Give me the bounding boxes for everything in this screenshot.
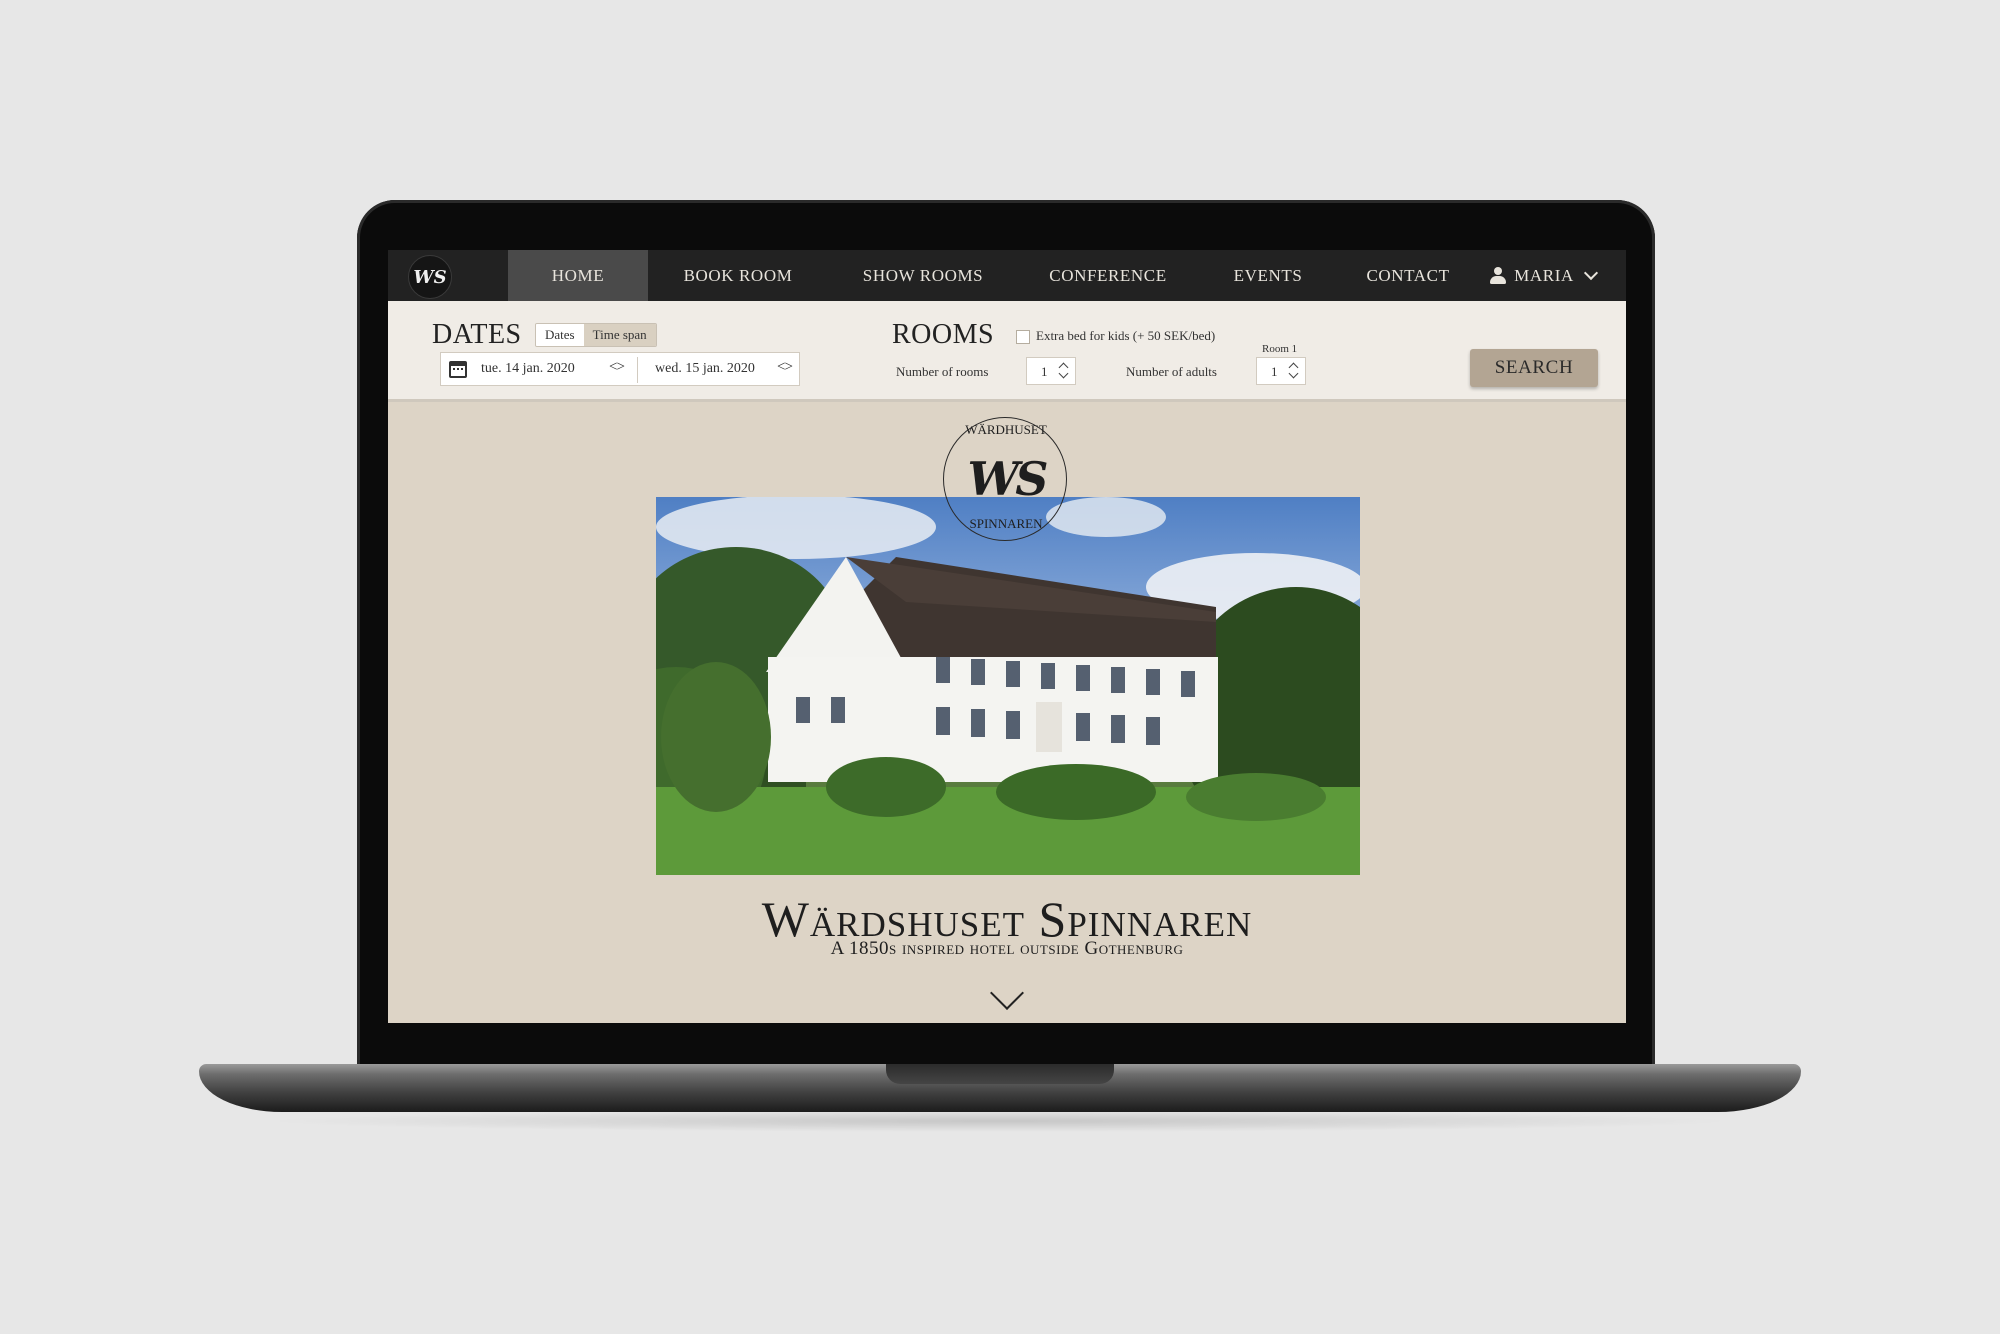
laptop-notch (886, 1064, 1114, 1084)
dates-heading: DATES (432, 319, 522, 350)
hero-subtitle: A 1850s inspired hotel outside Gothenbur… (830, 938, 1184, 959)
date-to[interactable]: wed. 15 jan. 2020 (655, 361, 755, 377)
toggle-dates[interactable]: Dates (536, 324, 584, 346)
user-name: MARIA (1514, 265, 1574, 285)
nav-item-conference[interactable]: CONFERENCE (1018, 250, 1198, 301)
hotel-photo (656, 497, 1360, 875)
date-mode-toggle: Dates Time span (535, 323, 657, 347)
nav-item-contact[interactable]: CONTACT (1338, 250, 1478, 301)
date-from[interactable]: tue. 14 jan. 2020 (481, 361, 575, 377)
rooms-value: 1 (1041, 364, 1048, 379)
search-button[interactable]: SEARCH (1470, 349, 1598, 387)
chevron-down-icon[interactable] (1288, 368, 1299, 379)
adults-count-label: Number of adults (1126, 364, 1217, 379)
date-to-arrows-icon[interactable]: <> (777, 359, 793, 376)
date-range-picker[interactable]: tue. 14 jan. 2020 <> wed. 15 jan. 2020 <… (440, 352, 800, 386)
room-label: Room 1 (1262, 343, 1298, 355)
hero-logo-mark: WS (967, 452, 1049, 506)
nav-logo[interactable]: WS (408, 255, 452, 299)
rooms-count-label: Number of rooms (896, 364, 989, 379)
extra-bed-label: Extra bed for kids (+ 50 SEK/bed) (1036, 328, 1216, 343)
toggle-time-span[interactable]: Time span (583, 324, 656, 346)
rooms-heading: ROOMS (892, 319, 995, 350)
nav-item-home[interactable]: HOME (508, 250, 648, 301)
chevron-down-icon (1583, 265, 1598, 280)
adults-stepper[interactable]: 1 (1256, 357, 1306, 385)
nav-item-events[interactable]: EVENTS (1198, 250, 1338, 301)
user-icon (1490, 266, 1507, 285)
laptop-shadow (260, 1110, 1740, 1132)
scroll-down-chevron-icon[interactable] (990, 976, 1024, 1010)
rooms-stepper[interactable]: 1 (1026, 357, 1076, 385)
hero-logo: WÄRDHUSET WS SPINNAREN (943, 417, 1067, 541)
booking-bar: DATES Dates Time span tue. 14 jan. 2020 … (388, 301, 1626, 402)
date-from-arrows-icon[interactable]: <> (609, 359, 625, 376)
hero-logo-bottom-text: SPINNAREN (969, 516, 1043, 531)
website-screen: WS HOME BOOK ROOM SHOW ROOMS CONFERENCE … (388, 250, 1626, 1023)
chevron-down-icon[interactable] (1058, 368, 1069, 379)
extra-bed-checkbox[interactable] (1016, 330, 1030, 344)
top-navigation: WS HOME BOOK ROOM SHOW ROOMS CONFERENCE … (388, 250, 1626, 301)
nav-item-book-room[interactable]: BOOK ROOM (648, 250, 828, 301)
hero-logo-top-text: WÄRDHUSET (965, 422, 1047, 437)
nav-item-show-rooms[interactable]: SHOW ROOMS (828, 250, 1018, 301)
user-menu[interactable]: MARIA (1478, 250, 1608, 301)
adults-value: 1 (1271, 364, 1278, 379)
date-divider (637, 357, 638, 383)
calendar-icon[interactable] (449, 361, 467, 378)
